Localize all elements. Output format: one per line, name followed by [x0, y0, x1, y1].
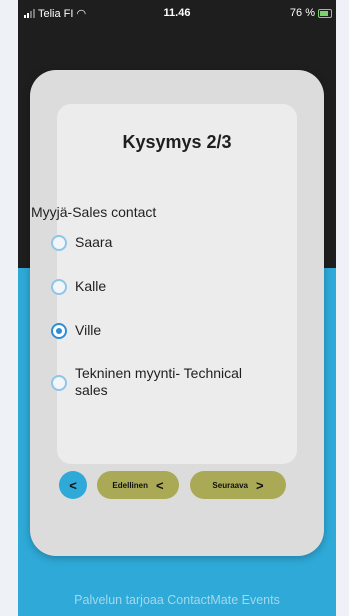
option-kalle[interactable]: Kalle [51, 278, 275, 295]
radio-unchecked-icon[interactable] [51, 279, 67, 295]
footer-text: Palvelun tarjoaa ContactMate Events [74, 593, 280, 607]
next-button[interactable]: Seuraava > [190, 471, 286, 499]
option-label: Saara [75, 234, 113, 250]
status-time: 11.46 [163, 7, 191, 19]
option-technical-sales[interactable]: Tekninen myynti- Technical sales [51, 365, 243, 399]
option-label: Kalle [75, 278, 107, 294]
option-ville[interactable]: Ville [51, 322, 275, 339]
radio-checked-icon[interactable] [51, 323, 67, 339]
phone-screen: Telia FI ◠ 11.46 76 % Kysymys 2/3 Myyjä-… [18, 0, 336, 616]
radio-unchecked-icon[interactable] [51, 375, 67, 391]
option-label: Ville [75, 322, 102, 338]
back-button[interactable]: < [59, 471, 87, 499]
chevron-left-icon: < [69, 477, 77, 493]
chevron-right-icon: > [256, 477, 264, 493]
question-label: Myyjä-Sales contact [31, 204, 157, 220]
status-bar: Telia FI ◠ 11.46 76 % [18, 0, 336, 28]
option-saara[interactable]: Saara [51, 234, 275, 251]
question-panel: Kysymys 2/3 Myyjä-Sales contact Saara Ka… [30, 70, 324, 556]
battery-icon [318, 8, 332, 18]
battery-percent: 76 % [289, 7, 315, 19]
question-card: Kysymys 2/3 Myyjä-Sales contact Saara Ka… [31, 104, 297, 464]
next-label: Seuraava [212, 480, 248, 490]
radio-unchecked-icon[interactable] [51, 235, 67, 251]
question-title: Kysymys 2/3 [122, 132, 232, 152]
status-right: 76 % [290, 7, 332, 19]
option-label: Tekninen myynti- Technical sales [75, 365, 243, 398]
previous-label: Edellinen [112, 480, 148, 490]
chevron-left-icon: < [155, 477, 164, 493]
previous-button[interactable]: Edellinen < [97, 471, 179, 499]
